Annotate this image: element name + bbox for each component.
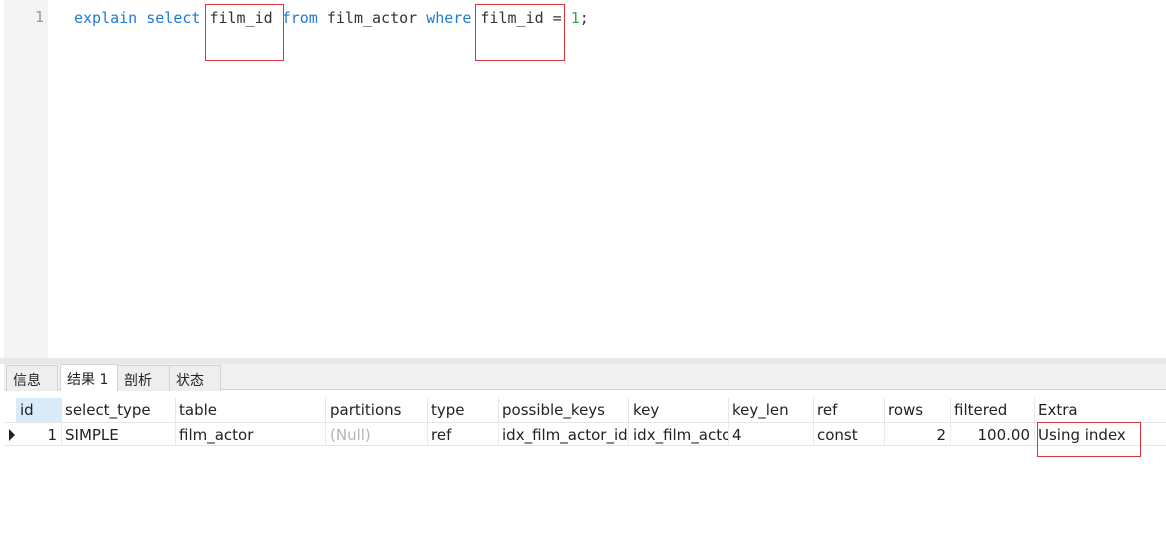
keyword-select: select (146, 9, 201, 27)
column-header-table[interactable]: table (175, 398, 326, 422)
line-gutter: 1 (4, 0, 48, 358)
highlight-box-select-column (205, 4, 284, 61)
semicolon: ; (579, 9, 589, 27)
result-tabs: 信息 结果 1 剖析 状态 (4, 364, 1166, 391)
tab-profile-label: 剖析 (124, 373, 152, 389)
tab-status-label: 状态 (176, 373, 204, 389)
column-header-key-len[interactable]: key_len (728, 398, 814, 422)
identifier-table: film_actor (326, 9, 418, 27)
column-header-partitions[interactable]: partitions (326, 398, 428, 422)
cell-ref[interactable]: const (813, 423, 885, 445)
tab-info-label: 信息 (13, 373, 41, 389)
table-row[interactable]: 1 SIMPLE film_actor (Null) ref idx_film_… (4, 422, 1166, 446)
cell-partitions[interactable]: (Null) (326, 423, 428, 445)
column-header-possible-keys[interactable]: possible_keys (498, 398, 629, 422)
cell-key[interactable]: idx_film_acto (629, 423, 729, 445)
tab-result-1[interactable]: 结果 1 (60, 364, 118, 391)
cell-filtered[interactable]: 100.00 (950, 423, 1035, 445)
column-header-rows[interactable]: rows (884, 398, 951, 422)
column-header-id[interactable]: id (16, 398, 62, 422)
cell-possible-keys[interactable]: idx_film_actor_id (498, 423, 629, 445)
keyword-explain: explain (74, 9, 138, 27)
cell-key-len[interactable]: 4 (728, 423, 814, 445)
column-header-filtered[interactable]: filtered (950, 398, 1035, 422)
tab-status[interactable]: 状态 (169, 365, 221, 391)
column-header-ref[interactable]: ref (813, 398, 885, 422)
sql-editor[interactable]: 1 explain select film_id from film_actor… (0, 0, 1166, 358)
cell-select-type[interactable]: SIMPLE (61, 423, 176, 445)
column-header-select-type[interactable]: select_type (61, 398, 176, 422)
column-header-type[interactable]: type (427, 398, 499, 422)
column-header-extra[interactable]: Extra (1034, 398, 1164, 422)
tab-info[interactable]: 信息 (6, 365, 58, 391)
highlight-box-extra (1037, 422, 1141, 457)
cell-id[interactable]: 1 (16, 423, 62, 445)
number-literal: 1 (570, 9, 580, 27)
tab-result-1-label: 结果 1 (67, 372, 109, 388)
keyword-where: where (426, 9, 472, 27)
line-number: 1 (34, 8, 44, 26)
keyword-from: from (281, 9, 318, 27)
current-row-indicator-icon (9, 429, 15, 441)
column-header-key[interactable]: key (629, 398, 729, 422)
cell-rows[interactable]: 2 (884, 423, 951, 445)
highlight-box-where-clause (475, 4, 565, 61)
cell-type[interactable]: ref (427, 423, 499, 445)
cell-table[interactable]: film_actor (175, 423, 326, 445)
tab-profile[interactable]: 剖析 (117, 365, 171, 391)
